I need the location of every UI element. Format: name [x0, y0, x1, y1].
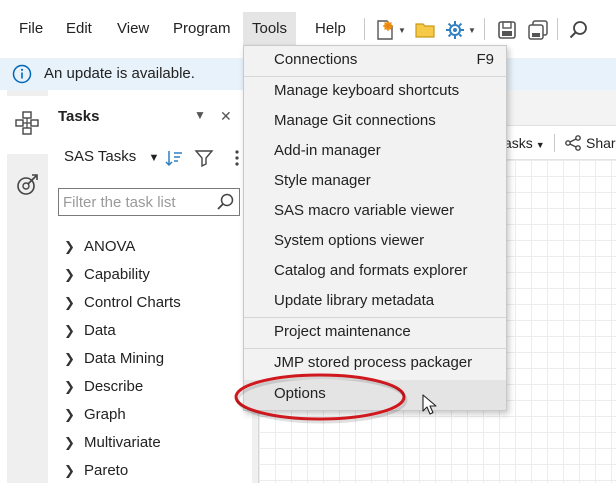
chevron-right-icon[interactable]: ❯ — [64, 348, 84, 370]
search-icon[interactable] — [567, 18, 591, 42]
toolbar-separator — [364, 18, 365, 40]
close-icon[interactable]: ✕ — [220, 108, 232, 125]
menu-program[interactable]: Program — [164, 12, 240, 46]
panel-title: Tasks — [58, 108, 100, 125]
chevron-right-icon[interactable]: ❯ — [64, 236, 84, 258]
share-icon[interactable] — [564, 134, 582, 152]
task-source-label: SAS Tasks — [64, 148, 137, 165]
open-folder-icon[interactable] — [413, 18, 437, 42]
tree-item-capability[interactable]: ❯ Capability — [64, 264, 181, 292]
menu-item-system-options-viewer[interactable]: System options viewer — [244, 227, 506, 257]
menu-item-add-in-manager[interactable]: Add-in manager — [244, 137, 506, 167]
sort-icon[interactable] — [164, 148, 184, 168]
chevron-right-icon[interactable]: ❯ — [64, 264, 84, 286]
menu-item-options[interactable]: Options — [244, 380, 506, 410]
search-icon[interactable] — [215, 192, 235, 212]
menu-item-connections[interactable]: Connections F9 — [244, 46, 506, 76]
toolbar-separator — [557, 18, 558, 40]
chevron-down-icon: ▼ — [535, 140, 545, 150]
save-icon[interactable] — [495, 18, 519, 42]
filter-icon[interactable] — [194, 148, 214, 168]
menu-edit[interactable]: Edit — [57, 12, 101, 46]
menu-help[interactable]: Help — [306, 12, 355, 46]
toolbar-separator — [554, 134, 555, 152]
shortcut-text: F9 — [476, 51, 494, 68]
panel-menu-icon[interactable]: ▼ — [194, 108, 206, 122]
tree-item-data[interactable]: ❯ Data — [64, 320, 181, 348]
tree-item-multivariate[interactable]: ❯ Multivariate — [64, 432, 181, 460]
menu-view[interactable]: View — [108, 12, 158, 46]
task-search-input[interactable] — [63, 193, 213, 211]
tools-menu: Connections F9 Manage keyboard shortcuts… — [243, 45, 507, 411]
menu-item-update-library-metadata[interactable]: Update library metadata — [244, 287, 506, 317]
tree-item-graph[interactable]: ❯ Graph — [64, 404, 181, 432]
tree-item-anova[interactable]: ❯ ANOVA — [64, 236, 181, 264]
menu-item-style-manager[interactable]: Style manager — [244, 167, 506, 197]
toolbar-separator — [484, 18, 485, 40]
task-tree: ❯ ANOVA ❯ Capability ❯ Control Charts ❯ Data… — [64, 236, 181, 483]
settings-caret-icon[interactable]: ▼ — [468, 26, 476, 35]
menu-item-jmp-stored-process-packager[interactable]: JMP stored process packager — [244, 349, 506, 379]
tasks-dropdown[interactable]: asks ▼ — [504, 135, 545, 151]
new-item-caret-icon[interactable]: ▼ — [398, 26, 406, 35]
snippets-icon[interactable] — [14, 172, 40, 198]
tasks-panel: Tasks ▼ ✕ SAS Tasks ▼ ❯ANOVA ❯Capability… — [48, 90, 252, 483]
chevron-down-icon: ▼ — [148, 152, 160, 164]
chevron-right-icon[interactable]: ❯ — [64, 292, 84, 314]
settings-icon[interactable] — [443, 18, 467, 42]
menu-tools[interactable]: Tools — [243, 12, 297, 46]
menu-item-manage-git-connections[interactable]: Manage Git connections — [244, 107, 506, 137]
rail-edge — [0, 90, 7, 483]
tasks-icon[interactable] — [14, 110, 40, 136]
chevron-right-icon[interactable]: ❯ — [64, 376, 84, 398]
more-options-icon[interactable] — [232, 148, 242, 168]
save-all-icon[interactable] — [526, 18, 550, 42]
share-button[interactable]: Shar — [586, 135, 616, 151]
menu-item-manage-keyboard-shortcuts[interactable]: Manage keyboard shortcuts — [244, 77, 506, 107]
tree-item-describe[interactable]: ❯ Describe — [64, 376, 181, 404]
tree-item-data-mining[interactable]: ❯ Data Mining — [64, 348, 181, 376]
chevron-right-icon[interactable]: ❯ — [64, 320, 84, 342]
update-message[interactable]: An update is available. — [44, 64, 195, 84]
new-item-icon[interactable] — [373, 18, 397, 42]
menu-file[interactable]: File — [10, 12, 52, 46]
menu-item-sas-macro-variable-viewer[interactable]: SAS macro variable viewer — [244, 197, 506, 227]
tree-item-control-charts[interactable]: ❯ Control Charts — [64, 292, 181, 320]
task-source-select[interactable]: SAS Tasks ▼ — [64, 148, 159, 165]
chevron-right-icon[interactable]: ❯ — [64, 460, 84, 482]
task-search-box — [58, 188, 240, 216]
tree-item-pareto[interactable]: ❯ Pareto — [64, 460, 181, 483]
chevron-right-icon[interactable]: ❯ — [64, 404, 84, 426]
menu-item-project-maintenance[interactable]: Project maintenance — [244, 318, 506, 348]
chevron-right-icon[interactable]: ❯ — [64, 432, 84, 454]
menu-item-catalog-and-formats-explorer[interactable]: Catalog and formats explorer — [244, 257, 506, 287]
info-icon — [12, 64, 32, 84]
